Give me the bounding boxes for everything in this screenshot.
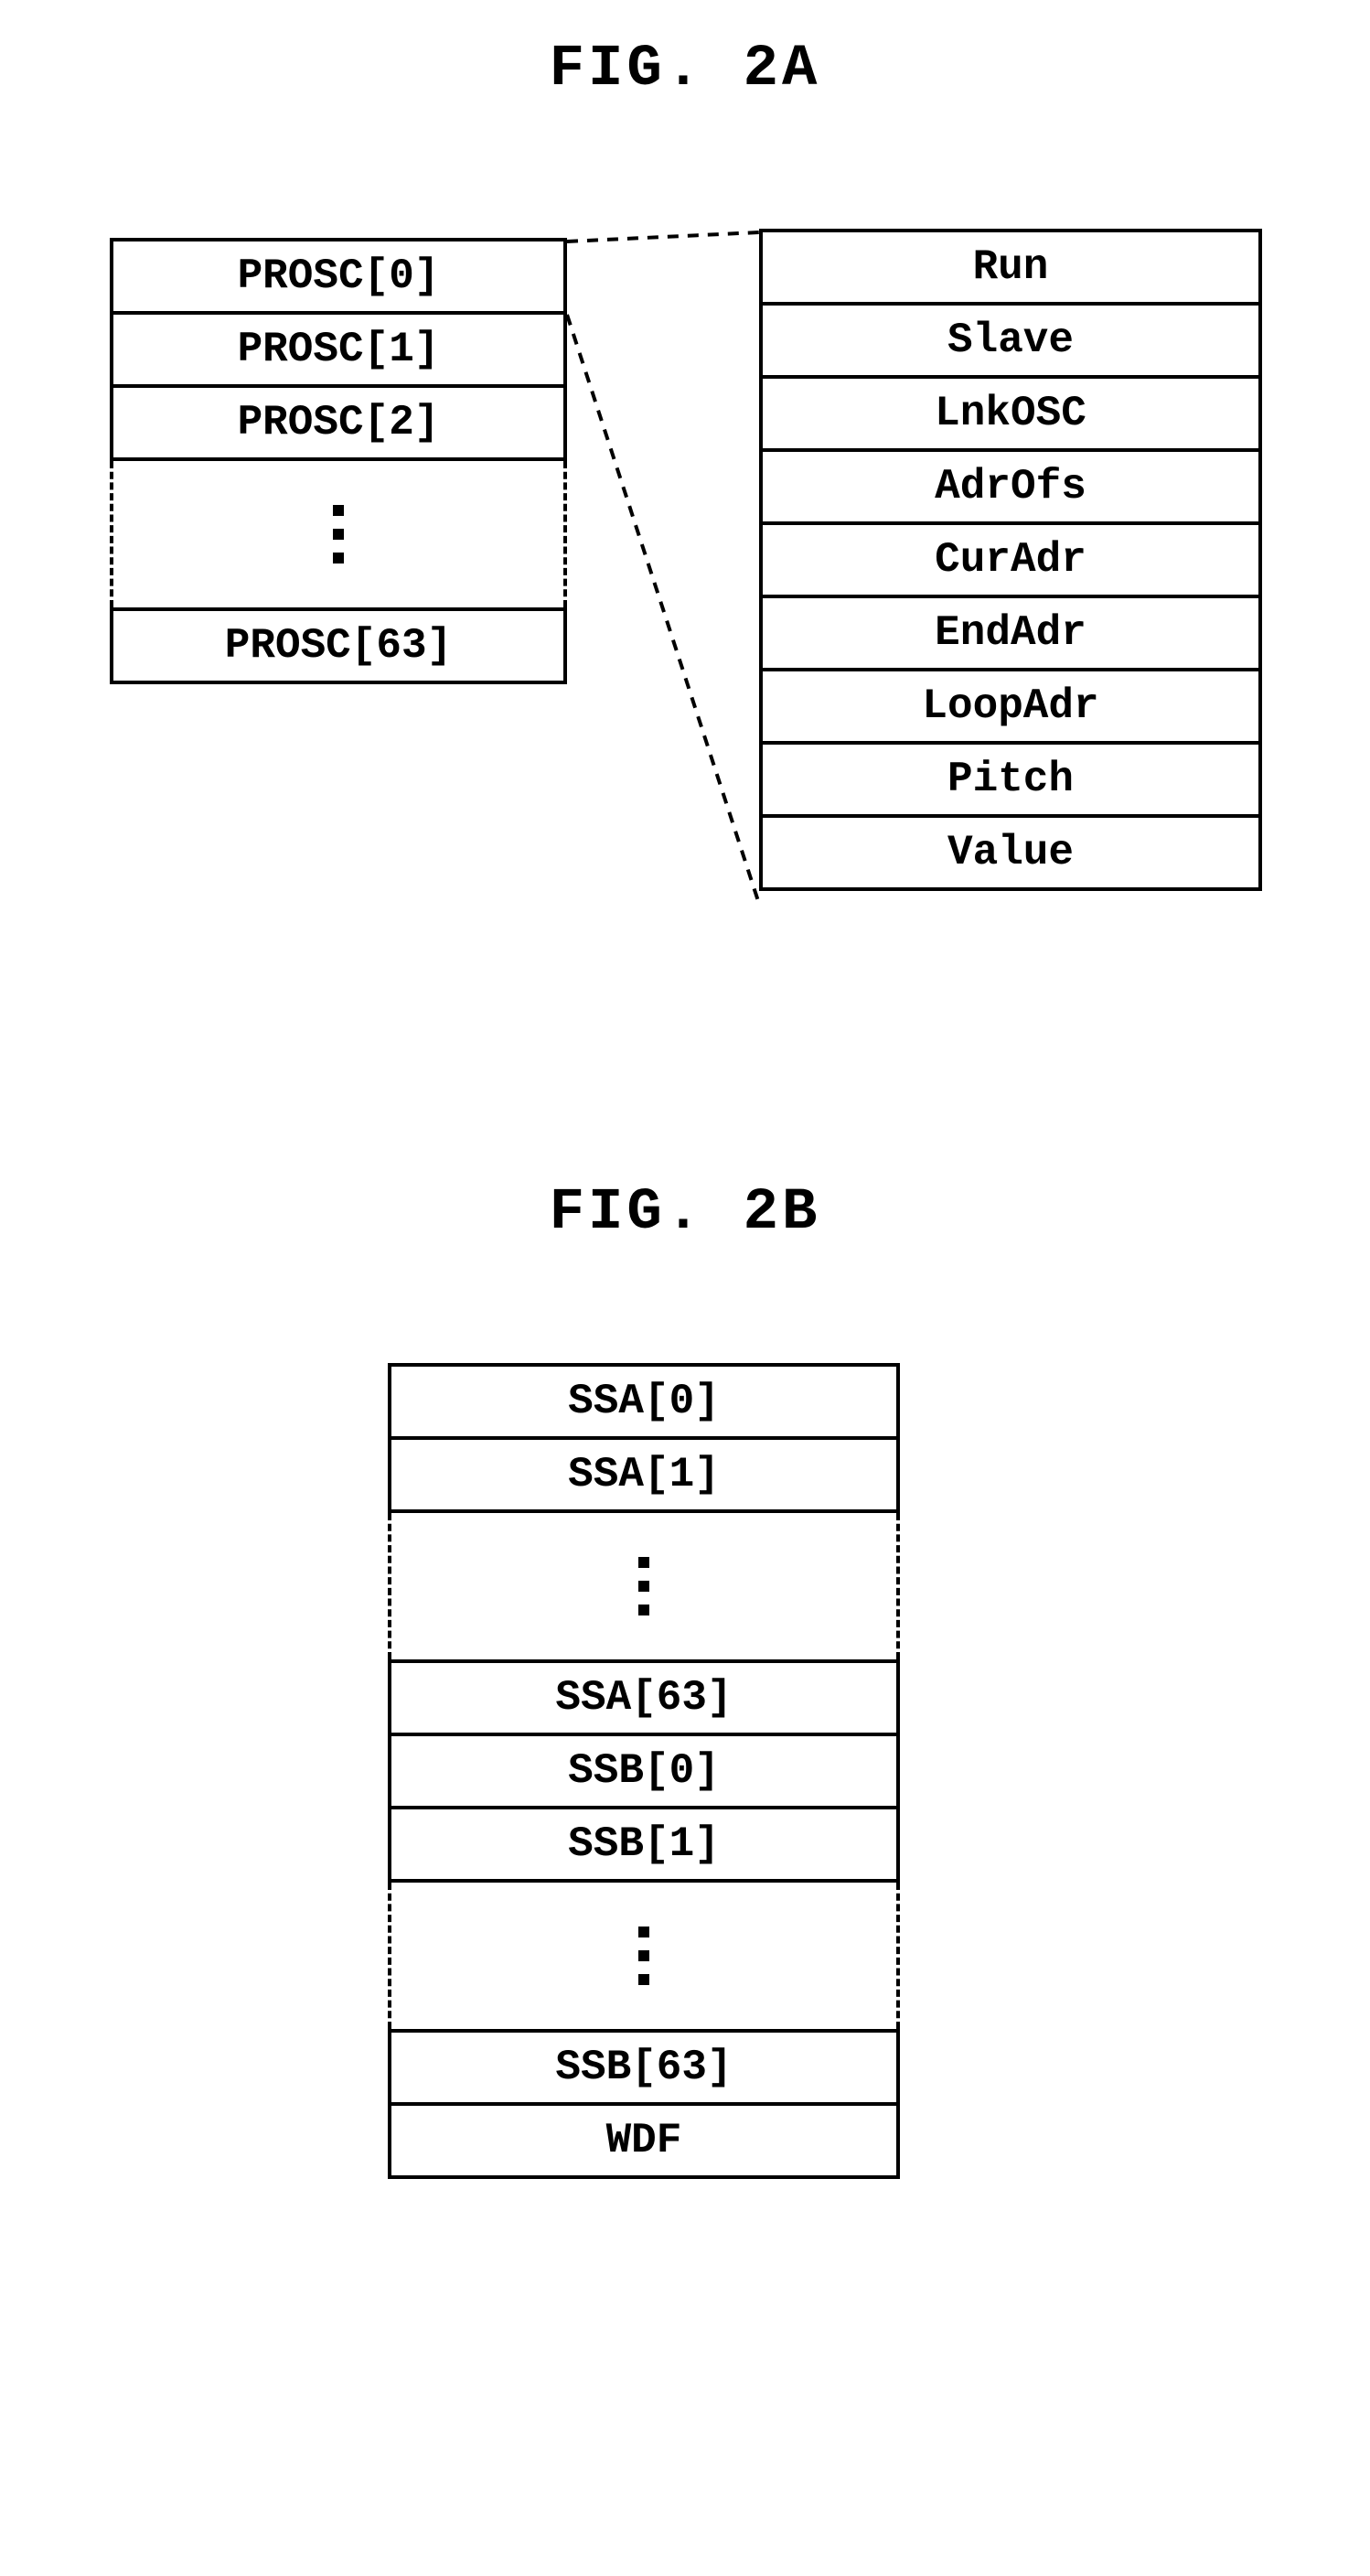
prosc-row: PROSC[63]	[110, 607, 567, 684]
prosc-gap	[110, 461, 567, 607]
field-row: LnkOSC	[759, 379, 1262, 452]
field-row: CurAdr	[759, 525, 1262, 598]
prosc-row: PROSC[0]	[110, 238, 567, 315]
ss-row: SSA[63]	[388, 1659, 900, 1736]
prosc-array-table: PROSC[0] PROSC[1] PROSC[2] PROSC[63]	[110, 238, 567, 684]
vertical-ellipsis-icon	[638, 1927, 649, 1985]
prosc-row: PROSC[1]	[110, 315, 567, 388]
field-row: EndAdr	[759, 598, 1262, 671]
field-row: Run	[759, 229, 1262, 306]
ssb-gap	[388, 1883, 900, 2029]
vertical-ellipsis-icon	[333, 505, 344, 564]
field-row: Pitch	[759, 745, 1262, 818]
vertical-ellipsis-icon	[638, 1557, 649, 1615]
figure-2b-title: FIG. 2B	[0, 1180, 1370, 1246]
ssa-gap	[388, 1513, 900, 1659]
field-row: LoopAdr	[759, 671, 1262, 745]
ss-row: SSA[1]	[388, 1440, 900, 1513]
ss-row: SSB[1]	[388, 1809, 900, 1883]
field-row: Value	[759, 818, 1262, 891]
ss-row: SSB[63]	[388, 2029, 900, 2106]
prosc-fields-table: Run Slave LnkOSC AdrOfs CurAdr EndAdr Lo…	[759, 229, 1262, 891]
field-row: AdrOfs	[759, 452, 1262, 525]
ss-row: SSB[0]	[388, 1736, 900, 1809]
ss-row: SSA[0]	[388, 1363, 900, 1440]
ss-array-table: SSA[0] SSA[1] SSA[63] SSB[0] SSB[1] SSB[…	[388, 1363, 900, 2179]
prosc-row: PROSC[2]	[110, 388, 567, 461]
ss-row: WDF	[388, 2106, 900, 2179]
field-row: Slave	[759, 306, 1262, 379]
figure-2a-title: FIG. 2A	[0, 37, 1370, 102]
